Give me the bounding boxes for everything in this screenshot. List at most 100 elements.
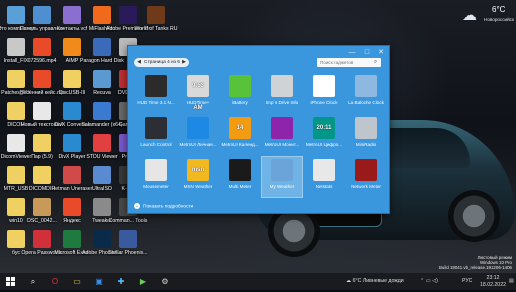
cloud-snow-icon: ☁	[462, 7, 477, 24]
clock[interactable]: 23:12 18.02.2022	[480, 275, 506, 292]
drive-info-icon	[271, 75, 293, 97]
gadget-tile[interactable]: 14 MetroUI Календ...	[220, 115, 260, 155]
gadget-tile[interactable]: iPhone Clock	[304, 73, 344, 113]
gadget-label: Network Meter	[351, 184, 381, 189]
gadget-tile[interactable]: MetroUI Личная...	[178, 115, 218, 155]
gadget-preview-text: 14	[236, 125, 244, 131]
gadget-label: La Baloche Clock	[348, 100, 384, 105]
gadget-tile[interactable]: Launch Control	[136, 115, 176, 155]
hud-time-icon	[145, 75, 167, 97]
gadget-tile[interactable]: Network Meter	[346, 157, 386, 197]
search-icon[interactable]: ⌕	[24, 273, 42, 290]
clock-icon	[313, 75, 335, 97]
maximize-button[interactable]: □	[361, 48, 373, 57]
chevron-left-icon[interactable]: ◀	[135, 58, 143, 67]
sticky-icon[interactable]: ✚	[112, 273, 130, 290]
weather-widget[interactable]: ☁ 6°C Новороссийск	[458, 2, 514, 28]
radio-icon	[355, 117, 377, 139]
weather-widget-temp: 6°C	[492, 5, 506, 14]
app-icon	[63, 70, 81, 88]
chevron-down-icon: ⌄	[134, 203, 140, 209]
gadget-tile[interactable]: MetroUI Монит...	[262, 115, 302, 155]
gadget-tile[interactable]: Netstats	[304, 157, 344, 197]
hudtime-plus-icon: 9:53 AM	[187, 75, 209, 111]
details-label: Показать подробности	[143, 204, 194, 210]
show-details-toggle[interactable]: ⌄ Показать подробности	[134, 203, 193, 209]
app-icon	[63, 102, 81, 120]
weather-icon	[271, 159, 293, 181]
gadget-tile[interactable]: La Baloche Clock	[346, 73, 386, 113]
multi-meter-icon	[229, 159, 251, 181]
gadget-tile[interactable]: HUD Time 3.1 N...	[136, 73, 176, 113]
settings-icon[interactable]: ⚙	[156, 273, 174, 290]
gadget-tile[interactable]: Multi Meter	[220, 157, 260, 197]
app-icon	[119, 230, 137, 248]
app-icon	[63, 38, 81, 56]
gadget-tile[interactable]: 20:11 MetroUI Цифро...	[304, 115, 344, 155]
chevron-up-icon[interactable]: ⌃	[420, 278, 424, 284]
notification-icon[interactable]: ▤	[509, 273, 514, 290]
opera-icon[interactable]: O	[46, 273, 64, 290]
windows-start-icon[interactable]	[2, 273, 18, 290]
watermark-line: Build 19041.vb_release.191206-1406	[439, 265, 512, 271]
gadget-label: Netstats	[315, 184, 333, 189]
gadget-label: MetroUI Цифро...	[305, 142, 343, 147]
gadget-label: Launch Control	[140, 142, 172, 147]
app-icon	[33, 230, 51, 248]
gadget-tile[interactable]: Mousemeter	[136, 157, 176, 197]
gadget-label: MiniRadio	[355, 142, 377, 147]
gadget-label: MSN Weather	[183, 184, 213, 189]
file-explorer-icon[interactable]: ▭	[68, 273, 86, 290]
tray-icons[interactable]: ⌃ ▭ ◁)	[420, 273, 438, 290]
desktop-icon[interactable]: Stellar Phoenix...	[106, 230, 150, 268]
taskbar-weather-text: Ливневые дожди	[362, 278, 404, 284]
gadget-label: HUDTime+	[186, 100, 210, 105]
taskbar: ⌕ O ▭ ▣ ✚ ▶ ⚙ ☁ 6°C Ливневые дожди ⌃ ▭ ◁) РУС …	[0, 273, 516, 290]
page-switcher: ◀ Страница 4 из 6 ▶	[134, 58, 189, 67]
minimize-button[interactable]: —	[346, 48, 358, 57]
chevron-right-icon[interactable]: ▶	[180, 58, 188, 67]
search-icon[interactable]: ⌕	[371, 58, 380, 67]
weather-widget-city: Новороссийск	[484, 17, 514, 22]
volume-icon[interactable]: ◁)	[432, 278, 438, 284]
app-icon	[33, 198, 51, 216]
gadget-tile[interactable]: 9:53 AM HUDTime+	[178, 73, 218, 113]
app-icon	[63, 166, 81, 184]
gadget-tile[interactable]: MiniRadio	[346, 115, 386, 155]
app-icon	[33, 38, 51, 56]
gadget-tile[interactable]: My Weather	[261, 156, 303, 198]
app-icon	[63, 230, 81, 248]
desktop-icon-label: Comman... Tools	[108, 218, 148, 224]
gadget-tile[interactable]: Imp´s Drive Info	[262, 73, 302, 113]
gadget-tile[interactable]: iBattery	[220, 73, 260, 113]
calendar-clock-icon	[355, 75, 377, 97]
gadget-label: My Weather	[269, 184, 295, 189]
gadget-label: Multi Meter	[228, 184, 252, 189]
taskbar-weather[interactable]: ☁ 6°C Ливневые дожди	[346, 273, 404, 290]
language-indicator[interactable]: РУС	[462, 273, 472, 290]
media-icon[interactable]: ▶	[134, 273, 152, 290]
metro-digital-clock-icon: 20:11	[313, 117, 335, 139]
gadgets-window: — □ ✕ ◀ Страница 4 из 6 ▶ ⌕ HUD Time 3.1…	[127, 45, 390, 214]
mouse-icon	[145, 159, 167, 181]
msn-icon: msn	[187, 159, 209, 181]
battery-icon	[229, 75, 251, 97]
metro-monitor-icon	[271, 117, 293, 139]
gadget-tile[interactable]: msn MSN Weather	[178, 157, 218, 197]
network-icon[interactable]: ▭	[426, 278, 431, 284]
desktop-icon-label: World of Tanks RU	[134, 26, 178, 32]
store-icon[interactable]: ▣	[90, 273, 108, 290]
close-button[interactable]: ✕	[375, 48, 387, 57]
metro-photo-icon	[187, 117, 209, 139]
gadget-label: MetroUI Личная...	[179, 142, 217, 147]
taskbar-weather-temp: 6°C	[352, 278, 362, 284]
gadget-preview-text: 20:11	[316, 125, 332, 131]
app-icon	[33, 102, 51, 120]
gadget-label: MetroUI Календ...	[221, 142, 259, 147]
launch-control-icon	[145, 117, 167, 139]
gadget-label: MetroUI Монит...	[264, 142, 300, 147]
netstats-icon	[313, 159, 335, 181]
wheel	[448, 190, 500, 242]
windows-watermark: Листовый режим Windows 10 Pro Build 1904…	[439, 255, 512, 271]
app-icon	[63, 134, 81, 152]
